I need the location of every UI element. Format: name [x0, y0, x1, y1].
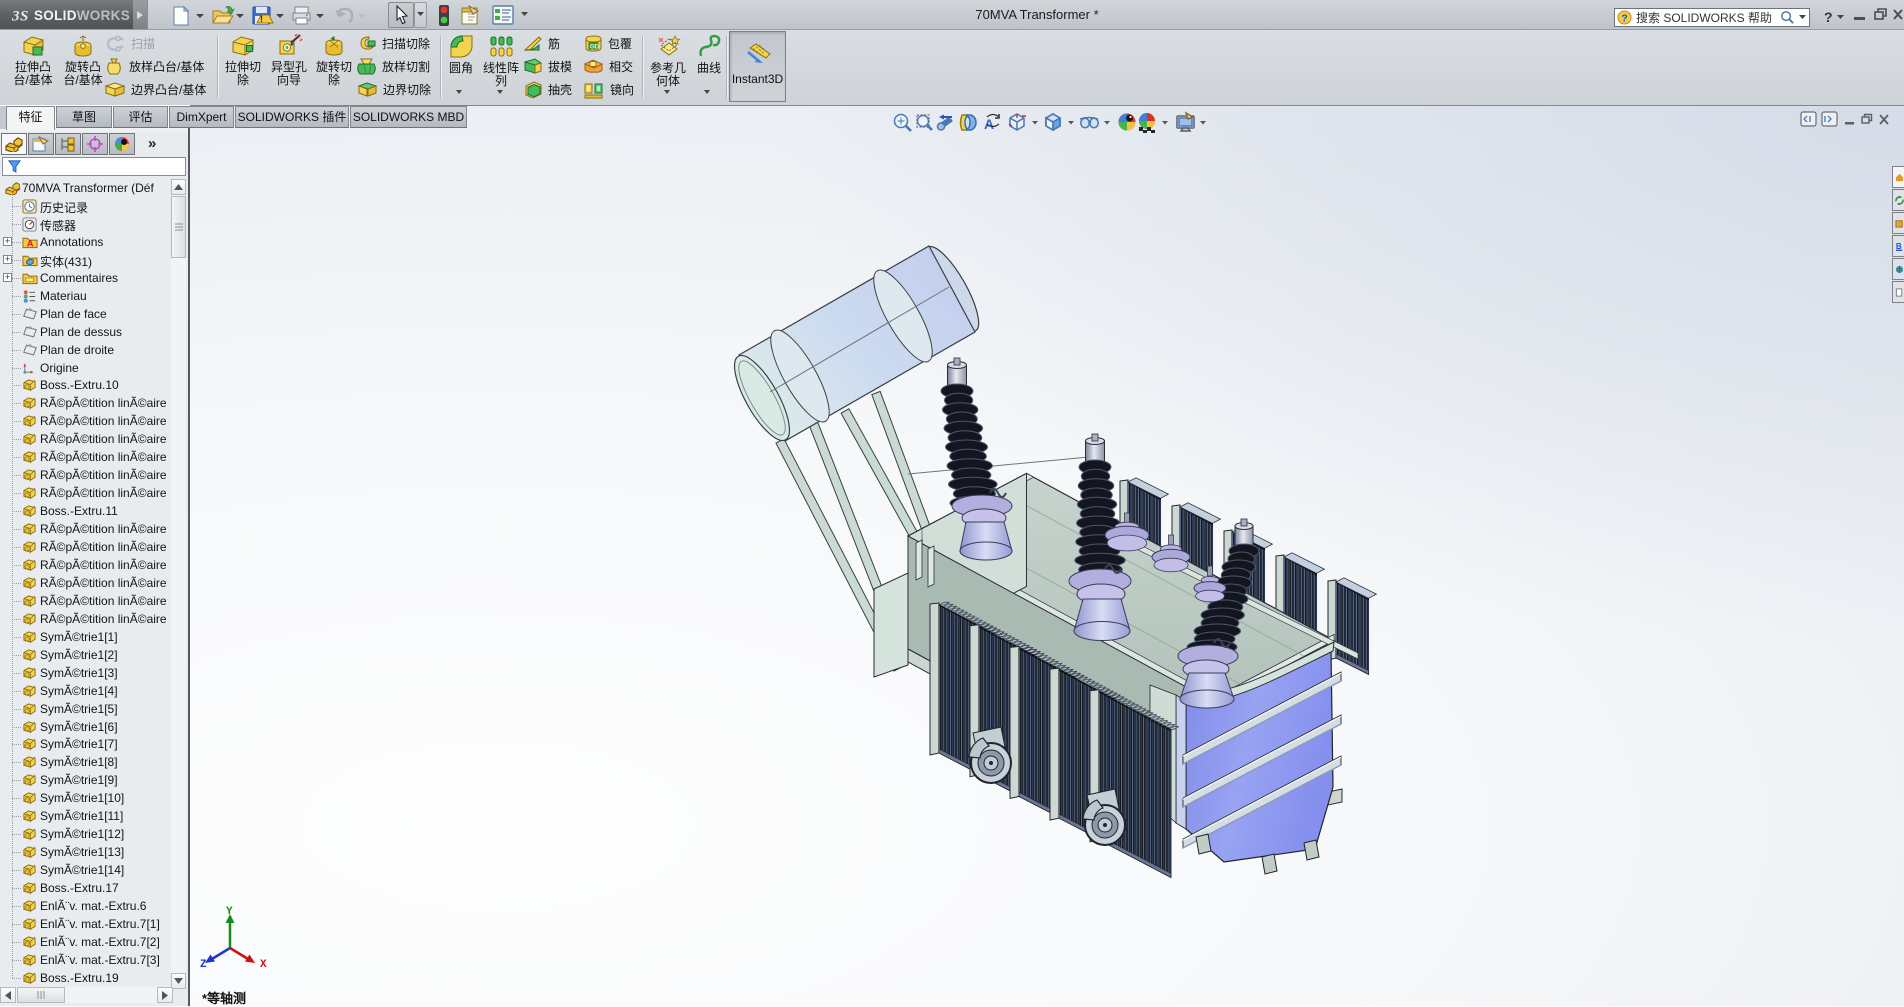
svg-text:X: X [260, 959, 267, 968]
svg-text:Z: Z [200, 959, 207, 968]
svg-text:?: ? [1621, 13, 1627, 24]
svg-text:3: 3 [12, 8, 20, 24]
svg-text:SOLIDWORKS: SOLIDWORKS [34, 8, 130, 23]
svg-text:S: S [20, 8, 28, 24]
svg-text:!: ! [260, 14, 263, 24]
svg-text:A: A [27, 238, 34, 249]
svg-text:GD: GD [590, 44, 600, 50]
svg-text:Y: Y [226, 906, 233, 918]
